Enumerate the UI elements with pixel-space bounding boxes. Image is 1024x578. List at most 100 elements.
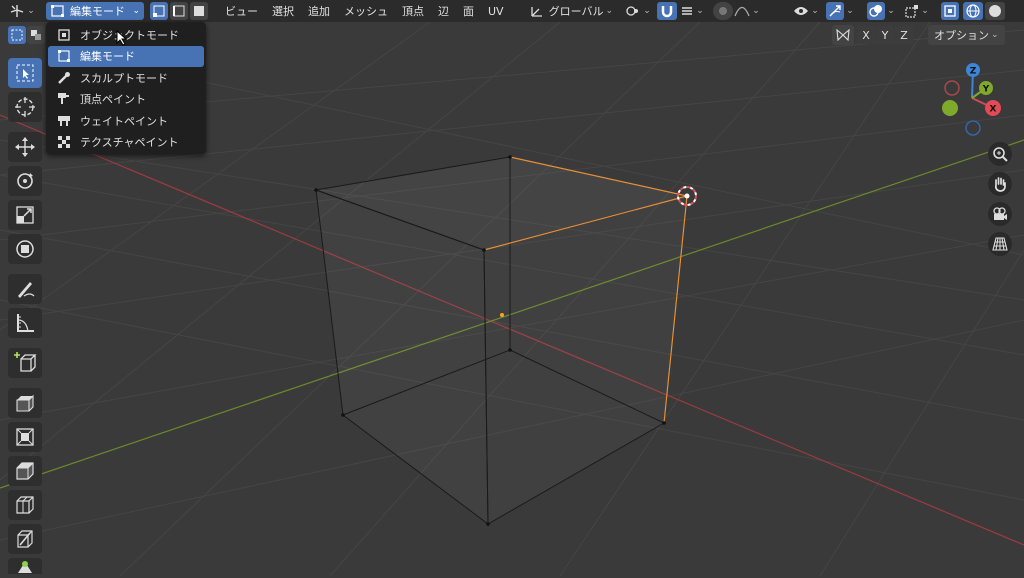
edge-select-mode-button[interactable] xyxy=(170,2,188,20)
annotate-tool[interactable] xyxy=(8,274,42,304)
mesh-overlay-icon xyxy=(905,5,919,18)
proportional-falloff-select[interactable]: ⌄ xyxy=(733,2,761,20)
menu-select[interactable]: 選択 xyxy=(265,2,301,20)
add-cube-icon xyxy=(14,352,37,372)
mode-label: 編集モード xyxy=(70,5,125,18)
menu-add[interactable]: 追加 xyxy=(301,2,337,20)
mesh-edit-overlays-toggle[interactable]: ⌄ xyxy=(901,2,933,20)
select-mode-buttons xyxy=(8,26,45,44)
menu-mesh[interactable]: メッシュ xyxy=(337,2,395,20)
gizmo-x-label: X xyxy=(990,105,997,115)
rotate-icon xyxy=(17,173,33,189)
proportional-editing-toggle[interactable] xyxy=(713,2,734,20)
select-extend-button[interactable] xyxy=(27,26,45,44)
measure-tool[interactable] xyxy=(8,308,42,338)
mode-item-weight-paint[interactable]: ウェイトペイント xyxy=(48,110,204,132)
add-cube-tool[interactable] xyxy=(8,348,42,378)
scale-icon xyxy=(16,206,34,224)
knife-cube-icon xyxy=(17,530,33,548)
shading-wireframe-button[interactable] xyxy=(963,2,984,20)
mirror-x-button[interactable]: X xyxy=(857,26,875,44)
bevel-icon xyxy=(16,462,34,480)
3d-cursor-tool-icon xyxy=(15,97,35,117)
edit-mode-icon xyxy=(51,5,64,17)
mode-item-label: オブジェクトモード xyxy=(80,28,179,42)
mode-item-label: 頂点ペイント xyxy=(80,93,146,107)
header-menus: ビュー 選択 追加 メッシュ 頂点 辺 面 UV xyxy=(218,2,511,20)
menu-edge[interactable]: 辺 xyxy=(431,2,456,20)
gizmo-neg-z-handle xyxy=(965,120,981,136)
options-dropdown[interactable]: オプション ⌄ xyxy=(928,25,1005,45)
select-extend-icon xyxy=(31,30,41,40)
pivot-icon xyxy=(626,6,639,16)
pan-button[interactable] xyxy=(988,172,1012,196)
solid-sphere-icon xyxy=(989,5,1002,17)
perspective-toggle-button[interactable] xyxy=(988,232,1012,256)
mirror-axis-buttons: X Y Z xyxy=(857,26,914,44)
shading-solid-button[interactable] xyxy=(985,2,1006,20)
transform-tool[interactable] xyxy=(8,234,42,264)
orientation-axes-icon xyxy=(530,7,542,17)
mode-item-sculpt[interactable]: スカルプトモード xyxy=(48,67,204,89)
select-new-button[interactable] xyxy=(8,26,26,44)
gizmo-toggle[interactable]: ⌄ xyxy=(823,2,857,20)
bevel-tool[interactable] xyxy=(8,456,42,486)
vertex-select-mode-button[interactable] xyxy=(150,2,168,20)
editor-type-button[interactable]: ⌄ xyxy=(4,2,40,20)
move-tool[interactable] xyxy=(8,132,42,162)
scale-tool[interactable] xyxy=(8,200,42,230)
proportional-edit-icon xyxy=(719,7,728,15)
visibility-select[interactable]: ⌄ xyxy=(791,2,821,20)
overlay-icon xyxy=(869,5,883,17)
face-select-mode-button[interactable] xyxy=(190,2,208,20)
mirror-y-button[interactable]: Y xyxy=(876,26,894,44)
menu-uv[interactable]: UV xyxy=(481,2,511,20)
pencil-icon xyxy=(18,282,35,298)
snap-toggle[interactable] xyxy=(657,2,678,20)
gizmo-neg-y-handle xyxy=(942,100,958,116)
snap-increment-icon xyxy=(682,7,693,15)
eye-icon xyxy=(794,7,809,15)
inset-faces-tool[interactable] xyxy=(8,422,42,452)
select-cursor-icon xyxy=(16,64,34,82)
poly-build-tool[interactable] xyxy=(8,558,42,574)
extrude-tool[interactable] xyxy=(8,388,42,418)
weight-paint-icon xyxy=(58,115,70,126)
snap-target-select[interactable]: ⌄ xyxy=(677,2,707,20)
wireframe-sphere-icon xyxy=(966,4,980,18)
xray-icon xyxy=(944,5,956,17)
knife-tool[interactable] xyxy=(8,524,42,554)
mirror-z-button[interactable]: Z xyxy=(895,26,913,44)
transform-icon xyxy=(16,240,34,258)
pivot-point-select[interactable]: ⌄ xyxy=(621,2,655,20)
options-label: オプション xyxy=(934,29,989,42)
mirror-toggle[interactable] xyxy=(832,25,854,45)
origin-point xyxy=(500,313,504,317)
sculpt-mode-icon xyxy=(58,71,70,84)
rotate-tool[interactable] xyxy=(8,166,42,196)
camera-view-button[interactable] xyxy=(988,202,1012,226)
overlays-toggle[interactable]: ⌄ xyxy=(863,2,899,20)
orientation-label: グローバル xyxy=(548,5,604,18)
mode-select[interactable]: 編集モード ⌄ xyxy=(46,2,144,20)
loop-cut-tool[interactable] xyxy=(8,490,42,520)
viewport-header: ⌄ 編集モード ⌄ ビュー 選択 追加 メッシュ 頂点 辺 面 UV グローバル… xyxy=(0,0,1024,22)
zoom-button[interactable] xyxy=(988,142,1012,166)
extrude-icon xyxy=(16,394,34,412)
xray-toggle[interactable] xyxy=(941,2,960,20)
mode-item-edit[interactable]: 編集モード xyxy=(48,45,204,67)
select-box-tool[interactable] xyxy=(8,58,42,88)
menu-face[interactable]: 面 xyxy=(456,2,481,20)
mode-item-vertex-paint[interactable]: 頂点ペイント xyxy=(48,89,204,111)
navigation-gizmo[interactable]: Z Y X xyxy=(936,58,1008,138)
mode-item-label: スカルプトモード xyxy=(80,71,168,85)
menu-vertex[interactable]: 頂点 xyxy=(395,2,431,20)
gizmo-neg-x-handle xyxy=(944,80,960,96)
move-arrows-icon xyxy=(15,137,35,157)
cursor-tool[interactable] xyxy=(8,92,42,122)
inset-icon xyxy=(16,428,34,446)
menu-view[interactable]: ビュー xyxy=(218,2,265,20)
face-select-icon xyxy=(194,6,204,16)
mode-item-texture-paint[interactable]: テクスチャペイント xyxy=(48,132,204,154)
transform-orientation-select[interactable]: グローバル ⌄ xyxy=(527,2,615,20)
